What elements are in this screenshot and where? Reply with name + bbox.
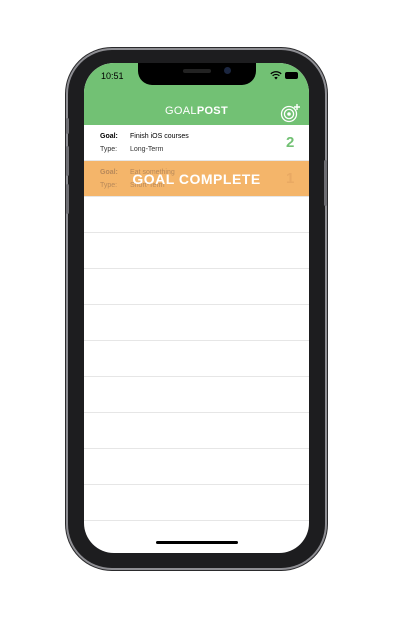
empty-row <box>84 413 309 449</box>
status-icons <box>270 71 300 81</box>
empty-row <box>84 341 309 377</box>
wifi-icon <box>270 71 282 80</box>
volume-down-button <box>66 184 69 214</box>
app-screen: 10:51 GOALPOST Goal: Finish iOS courses <box>84 63 309 553</box>
type-label: Type: <box>100 146 118 153</box>
empty-row <box>84 485 309 521</box>
notch <box>138 63 256 85</box>
goal-list: Goal: Finish iOS courses Type: Long-Term… <box>84 125 309 521</box>
empty-row <box>84 197 309 233</box>
empty-row <box>84 377 309 413</box>
goal-label: Goal: <box>100 133 118 140</box>
home-indicator[interactable] <box>156 541 238 544</box>
empty-row <box>84 449 309 485</box>
battery-icon <box>285 72 298 79</box>
goal-row-complete[interactable]: Goal: Eat something Type: Short-Term 1 G… <box>84 161 309 197</box>
empty-row <box>84 305 309 341</box>
goal-progress-count: 2 <box>286 134 295 151</box>
status-time: 10:51 <box>101 71 124 81</box>
empty-row <box>84 233 309 269</box>
goal-complete-banner: GOAL COMPLETE <box>132 171 261 187</box>
mute-switch <box>66 118 69 134</box>
empty-row <box>84 269 309 305</box>
goal-value: Finish iOS courses <box>130 133 189 140</box>
app-title: GOALPOST <box>84 105 309 117</box>
speaker-grille <box>183 69 211 73</box>
title-goal: GOAL <box>165 105 197 117</box>
title-post: POST <box>196 105 228 117</box>
nav-bar: 10:51 GOALPOST <box>84 63 309 125</box>
add-target-icon[interactable] <box>280 103 302 123</box>
front-camera <box>224 67 231 74</box>
type-value: Long-Term <box>130 146 164 153</box>
power-button <box>324 160 327 206</box>
goal-row[interactable]: Goal: Finish iOS courses Type: Long-Term… <box>84 125 309 161</box>
volume-up-button <box>66 146 69 176</box>
